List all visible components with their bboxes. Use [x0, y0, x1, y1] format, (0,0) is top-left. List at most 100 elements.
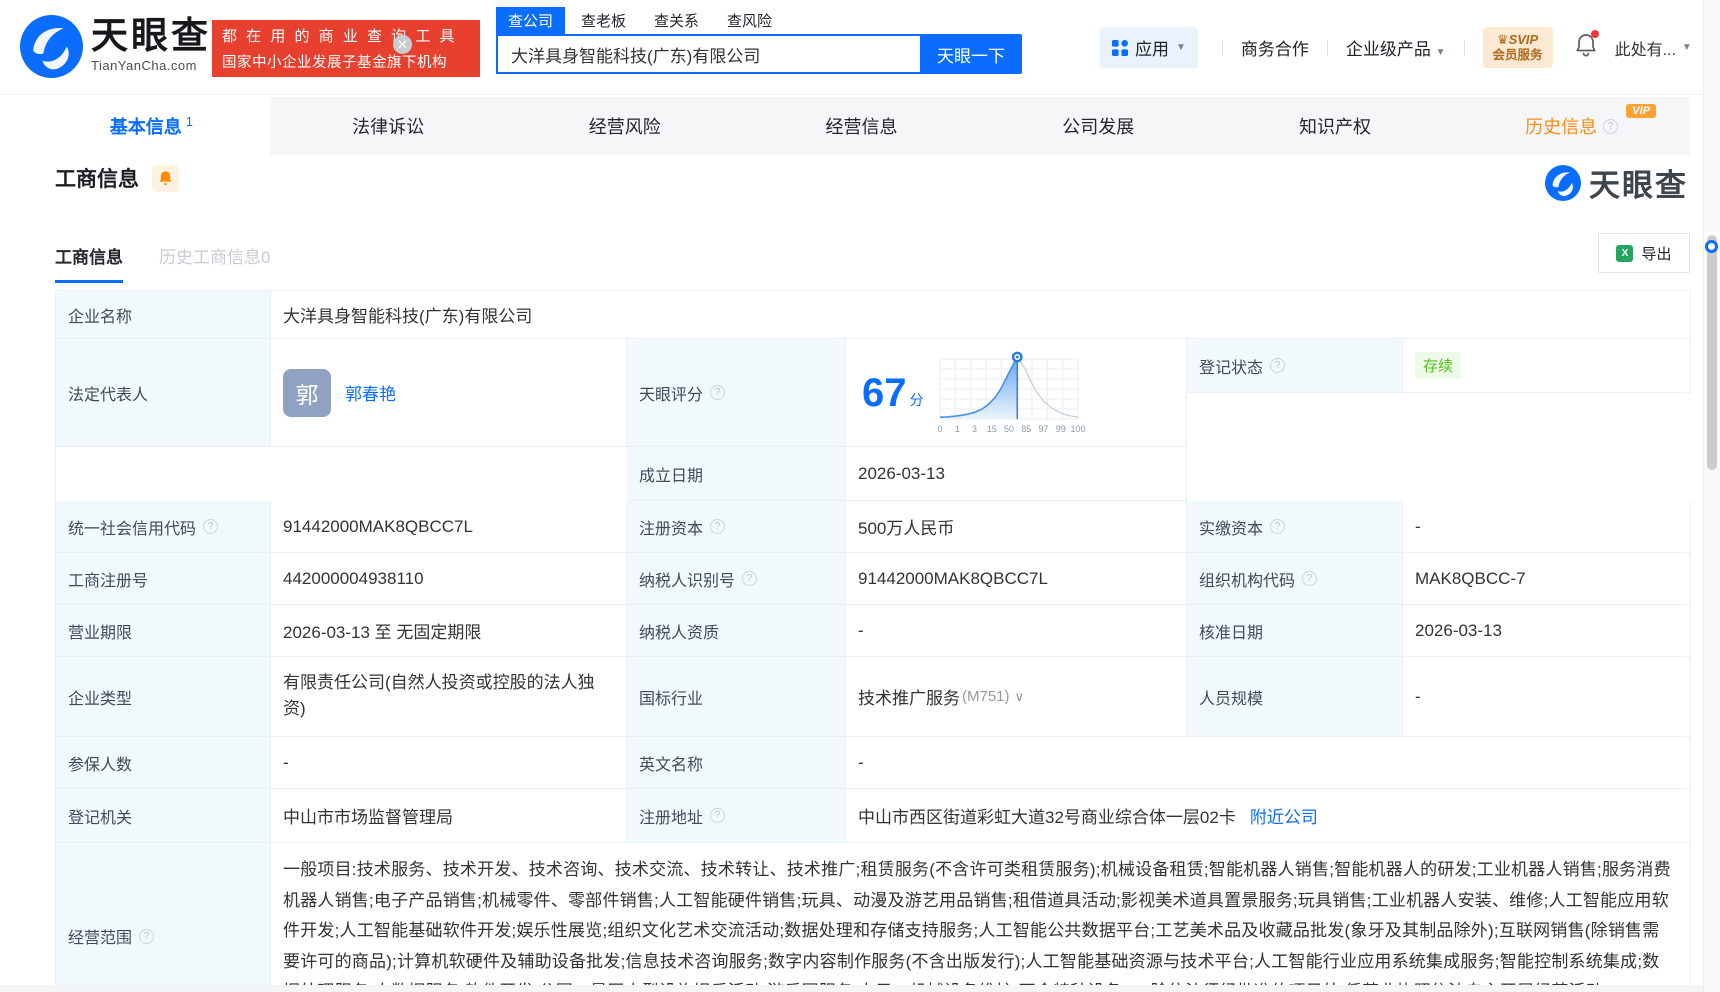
field-value-english-name: - — [846, 737, 1691, 789]
enterprise-label: 企业级产品 — [1345, 40, 1431, 59]
help-icon[interactable]: ? — [710, 808, 726, 823]
field-value-est-date: 2026-03-13 — [846, 447, 1187, 501]
tab-label: 经营风险 — [588, 117, 661, 137]
help-icon[interactable]: ? — [203, 519, 219, 534]
help-icon[interactable]: ? — [1302, 571, 1318, 586]
field-value-tyc-score[interactable]: 67 分 0 1 3 15 50 85 97 99 100 — [846, 339, 1187, 447]
table-row: 参保人数 - 英文名称 - — [56, 737, 1691, 789]
tianyancha-watermark: 天眼查 — [1545, 160, 1688, 205]
tab-legal-proceedings[interactable]: 法律诉讼 — [270, 97, 507, 155]
logo-domain: TianYanCha.com — [91, 58, 197, 73]
section-header: 工商信息 — [55, 163, 179, 193]
vip-badge: VIP — [1626, 104, 1657, 118]
score-axis-label: 50 — [1003, 424, 1013, 434]
field-label-business-term: 营业期限 — [56, 605, 271, 657]
scrollbar-thumb[interactable] — [1707, 235, 1717, 470]
excel-icon: X — [1616, 244, 1634, 262]
field-label-reg-status: 登记状态? — [1187, 339, 1403, 393]
nav-business-cooperation[interactable]: 商务合作 — [1241, 35, 1309, 60]
help-icon[interactable]: ? — [742, 571, 758, 586]
export-button[interactable]: X 导出 — [1598, 233, 1690, 273]
field-value-staff-size: - — [1403, 657, 1691, 737]
field-label-credit-code: 统一社会信用代码? — [56, 501, 271, 553]
subtab-history-registration[interactable]: 历史工商信息0 — [159, 243, 270, 283]
crown-icon: ♛ — [1496, 31, 1509, 47]
field-value-org-code: MAK8QBCC-7 — [1403, 553, 1691, 605]
field-label-reg-number: 工商注册号 — [56, 553, 271, 605]
svip-service-label: 会员服务 — [1492, 47, 1543, 62]
search-button[interactable]: 天眼一下 — [920, 34, 1022, 74]
field-label-taxpayer-id: 纳税人识别号? — [627, 553, 846, 605]
next-section-edge — [0, 985, 1703, 992]
tab-basic-info[interactable]: 基本信息 1 — [33, 97, 270, 155]
search-input[interactable] — [496, 34, 920, 74]
search-tab-relation[interactable]: 查关系 — [654, 7, 699, 34]
legal-rep-link[interactable]: 郭春艳 — [345, 380, 396, 405]
field-label-staff-size: 人员规模 — [1187, 657, 1403, 737]
notification-dot — [1590, 30, 1599, 38]
chevron-down-icon[interactable]: ∨ — [1015, 689, 1025, 705]
section-title: 工商信息 — [55, 168, 139, 191]
field-label-est-date: 成立日期 — [627, 447, 846, 501]
tab-operating-risk[interactable]: 经营风险 — [506, 97, 743, 155]
help-icon[interactable]: ? — [1603, 118, 1619, 134]
svip-member-badge[interactable]: ♛SVIP 会员服务 — [1482, 26, 1553, 69]
slogan-line2: 国家中小企业发展子基金旗下机构 — [222, 55, 447, 71]
tab-business-info[interactable]: 经营信息 — [743, 97, 980, 155]
legal-rep-avatar[interactable]: 郭 — [283, 368, 331, 417]
tab-intellectual-property[interactable]: 知识产权 — [1217, 97, 1454, 155]
tianyancha-company-page: 天眼查 TianYanCha.com 都 在 用 的 商 业 查 询 工 具 国… — [0, 0, 1720, 992]
field-value-business-term: 2026-03-13 至 无固定期限 — [271, 605, 627, 657]
table-row: 经营范围? 一般项目:技术服务、技术开发、技术咨询、技术交流、技术转让、技术推广… — [56, 843, 1691, 992]
subtab-business-registration[interactable]: 工商信息 — [55, 243, 123, 283]
nav-enterprise-products[interactable]: 企业级产品 ▼ — [1346, 35, 1446, 60]
score-axis-label: 15 — [986, 424, 996, 434]
field-value-business-scope: 一般项目:技术服务、技术开发、技术咨询、技术交流、技术转让、技术推广;租赁服务(… — [271, 843, 1691, 992]
score-value: 67 — [862, 370, 907, 415]
field-label-tyc-score: 天眼评分? — [627, 339, 846, 447]
table-row: 法定代表人 郭 郭春艳 登记状态? 存续 天眼评分? 67 分 0 1 3 15 50 8… — [56, 339, 1691, 501]
tab-label: 公司发展 — [1062, 117, 1135, 137]
tianyancha-logo-icon — [20, 15, 83, 78]
search-tab-risk[interactable]: 查风险 — [727, 7, 772, 34]
help-icon[interactable]: ? — [1270, 519, 1286, 534]
divider — [1221, 39, 1223, 56]
field-label-insured-count: 参保人数 — [56, 737, 271, 789]
field-label-reg-address: 注册地址? — [627, 789, 846, 843]
field-label-company-name: 企业名称 — [56, 291, 271, 339]
field-label-legal-rep: 法定代表人 — [56, 339, 271, 447]
field-value-credit-code: 91442000MAK8QBCC7L — [271, 501, 627, 553]
help-icon[interactable]: ? — [139, 928, 155, 944]
field-value-reg-capital: 500万人民币 — [846, 501, 1187, 553]
header: 天眼查 TianYanCha.com 都 在 用 的 商 业 查 询 工 具 国… — [0, 0, 1720, 95]
score-curve-svg: 0 1 3 15 50 85 97 99 100 — [937, 351, 1085, 434]
search-clear-icon[interactable]: ✕ — [393, 35, 412, 54]
tab-company-development[interactable]: 公司发展 — [980, 97, 1217, 155]
help-icon[interactable]: ? — [710, 385, 726, 400]
apps-menu[interactable]: 应用 ▼ — [1100, 27, 1198, 68]
field-label-english-name: 英文名称 — [627, 737, 846, 789]
field-label-org-code: 组织机构代码? — [1187, 553, 1403, 605]
chevron-down-icon: ▼ — [1435, 47, 1446, 58]
watermark-text: 天眼查 — [1589, 168, 1688, 203]
score-axis-label: 97 — [1038, 424, 1048, 434]
nearby-companies-link[interactable]: 附近公司 — [1250, 803, 1318, 828]
search-tab-boss[interactable]: 查老板 — [581, 7, 626, 34]
help-icon[interactable]: ? — [1270, 358, 1286, 373]
notification-bell-icon[interactable] — [1575, 30, 1599, 62]
tab-history-info[interactable]: VIP 历史信息 ? — [1453, 97, 1690, 155]
user-menu[interactable]: 此处有... ▼ — [1615, 36, 1692, 60]
search-tab-company[interactable]: 查公司 — [496, 7, 566, 34]
floating-widget-icon[interactable] — [1705, 240, 1718, 253]
table-row: 工商注册号 442000004938110 纳税人识别号? 91442000MA… — [56, 553, 1691, 605]
field-label-paid-capital: 实缴资本? — [1187, 501, 1403, 553]
table-row: 营业期限 2026-03-13 至 无固定期限 纳税人资质 - 核准日期 202… — [56, 605, 1691, 657]
tab-count: 1 — [185, 113, 193, 129]
tianyancha-logo[interactable]: 天眼查 TianYanCha.com — [20, 15, 211, 78]
help-icon[interactable]: ? — [710, 519, 726, 534]
scrollbar-track[interactable] — [1703, 0, 1720, 992]
header-nav: 应用 ▼ 商务合作 企业级产品 ▼ ♛SVIP 会员服务 此处有... ▼ — [1100, 0, 1692, 95]
sub-tabs: 工商信息 历史工商信息0 — [55, 243, 270, 283]
monitor-bell-icon[interactable] — [152, 164, 179, 192]
tab-label: 知识产权 — [1298, 117, 1371, 137]
